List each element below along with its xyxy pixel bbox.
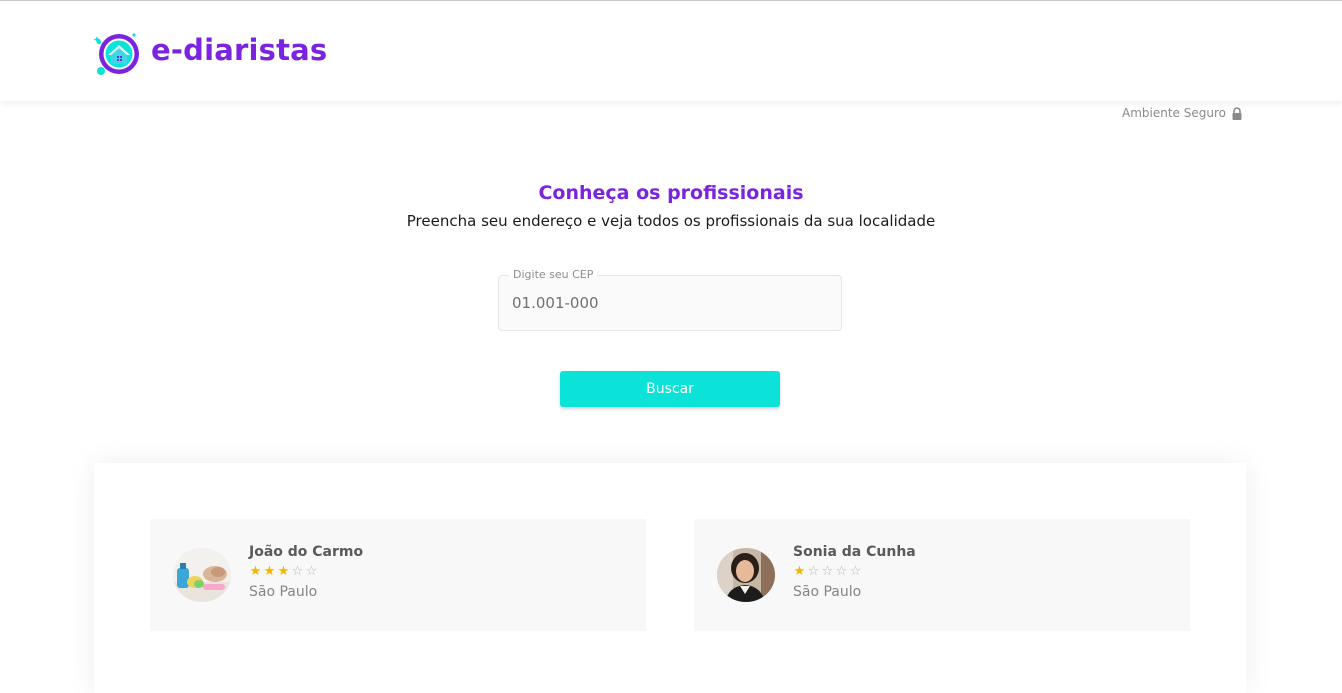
house-cleaning-logo-icon [94, 33, 139, 75]
search-button[interactable]: Buscar [560, 371, 780, 407]
professional-card: João do Carmo ★ ★ ★ ☆ ☆ São Paulo [150, 519, 646, 631]
brand-name: e-diaristas [151, 33, 328, 67]
rating-stars: ★ ★ ★ ☆ ☆ [249, 565, 363, 579]
professional-city: São Paulo [793, 584, 862, 600]
brand-logo-link[interactable]: e-diaristas [94, 27, 327, 77]
rating-stars: ★ ☆ ☆ ☆ ☆ [793, 565, 916, 579]
cep-input[interactable] [499, 276, 841, 330]
professional-name: João do Carmo [249, 544, 364, 560]
star-outline-icon: ☆ [849, 564, 862, 579]
avatar [717, 548, 775, 602]
star-outline-icon: ☆ [807, 564, 820, 579]
page-subtitle: Preencha seu endereço e veja todos os pr… [406, 212, 936, 230]
star-outline-icon: ☆ [291, 564, 304, 579]
secure-environment-badge: Ambiente Seguro [1122, 106, 1243, 120]
site-header: e-diaristas [0, 1, 1342, 101]
avatar [173, 548, 231, 602]
star-filled-icon: ★ [263, 564, 276, 579]
professional-portrait-photo [717, 548, 775, 602]
star-outline-icon: ☆ [305, 564, 318, 579]
lock-icon [1232, 106, 1242, 120]
professional-city: São Paulo [249, 584, 318, 600]
cep-field: Digite seu CEP [498, 268, 842, 331]
secure-label: Ambiente Seguro [1122, 106, 1226, 120]
star-filled-icon: ★ [793, 564, 806, 579]
cleaning-products-photo [173, 548, 231, 602]
professional-name: Sonia da Cunha [793, 544, 916, 560]
star-filled-icon: ★ [277, 564, 290, 579]
star-outline-icon: ☆ [835, 564, 848, 579]
professionals-list: João do Carmo ★ ★ ★ ☆ ☆ São Paulo Sonia da C… [94, 463, 1246, 693]
star-filled-icon: ★ [249, 564, 262, 579]
professional-card: Sonia da Cunha ★ ☆ ☆ ☆ ☆ São Paulo [694, 519, 1190, 631]
star-outline-icon: ☆ [821, 564, 834, 579]
page-title: Conheça os profissionais [538, 182, 804, 204]
